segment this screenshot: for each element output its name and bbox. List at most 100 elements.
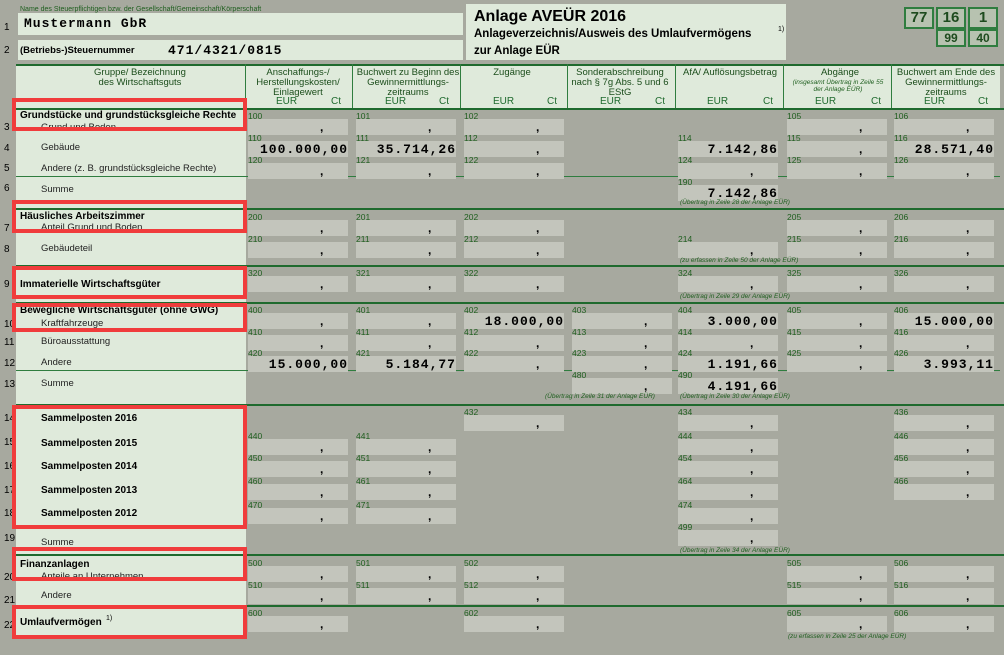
amount-separator: ,: [320, 314, 324, 328]
amount-input[interactable]: [356, 461, 456, 477]
amount-input[interactable]: [464, 356, 564, 372]
amount-input[interactable]: [894, 242, 994, 258]
amount-separator: ,: [966, 589, 970, 603]
amount-input[interactable]: [248, 461, 348, 477]
amount-separator: ,: [750, 243, 754, 257]
amount-separator: ,: [966, 567, 970, 581]
amount-input[interactable]: [464, 163, 564, 179]
amount-input[interactable]: [356, 119, 456, 135]
amount-input[interactable]: [356, 220, 456, 236]
amount-input[interactable]: [572, 313, 672, 329]
taxpayer-label: Name des Steuerpflichtigen bzw. der Gese…: [20, 6, 262, 13]
amount-input[interactable]: [248, 313, 348, 329]
amount-input[interactable]: [464, 616, 564, 632]
amount-input[interactable]: [894, 616, 994, 632]
highlight-box: [12, 405, 247, 529]
line-number: 12: [4, 358, 16, 369]
amount-input[interactable]: [787, 588, 887, 604]
highlight-box: [12, 266, 247, 299]
amount-input[interactable]: [248, 439, 348, 455]
amount-input[interactable]: [572, 356, 672, 372]
amount-input[interactable]: [248, 508, 348, 524]
amount-input[interactable]: [464, 588, 564, 604]
amount-input[interactable]: [356, 588, 456, 604]
amount-input[interactable]: [248, 484, 348, 500]
amount-separator: ,: [320, 567, 324, 581]
amount-input[interactable]: [787, 163, 887, 179]
amount-input[interactable]: [464, 220, 564, 236]
amount-input[interactable]: [787, 141, 887, 157]
amount-input[interactable]: [356, 276, 456, 292]
amount-input[interactable]: [787, 119, 887, 135]
amount-input[interactable]: [464, 335, 564, 351]
amount-input[interactable]: [356, 508, 456, 524]
amount-input[interactable]: [464, 415, 564, 431]
amount-input[interactable]: [787, 313, 887, 329]
amount-input[interactable]: [787, 356, 887, 372]
amount-input[interactable]: [356, 163, 456, 179]
amount-input[interactable]: [678, 335, 778, 351]
row-label-summe: Summe: [41, 378, 74, 389]
amount-input[interactable]: [894, 220, 994, 236]
col-separator: [675, 64, 676, 109]
amount-input[interactable]: [678, 484, 778, 500]
amount-input[interactable]: [787, 276, 887, 292]
amount-input[interactable]: [248, 566, 348, 582]
line-number: 1: [4, 22, 10, 33]
amount-input[interactable]: [356, 484, 456, 500]
amount-input[interactable]: [572, 378, 672, 394]
amount-input[interactable]: [248, 616, 348, 632]
amount-input[interactable]: [787, 566, 887, 582]
amount-input[interactable]: [787, 335, 887, 351]
amount-input[interactable]: [248, 588, 348, 604]
amount-input[interactable]: [356, 242, 456, 258]
col-separator: [567, 64, 568, 109]
col-header-zugaenge: Zugänge: [493, 67, 531, 78]
amount-input[interactable]: [248, 119, 348, 135]
amount-separator: ,: [859, 142, 863, 156]
amount-input[interactable]: [678, 276, 778, 292]
amount-value: 5.184,77: [385, 357, 456, 372]
amount-input[interactable]: [678, 415, 778, 431]
amount-input[interactable]: [787, 242, 887, 258]
amount-input[interactable]: [464, 242, 564, 258]
amount-input[interactable]: [787, 616, 887, 632]
amount-input[interactable]: [894, 335, 994, 351]
amount-separator: ,: [320, 462, 324, 476]
amount-input[interactable]: [248, 276, 348, 292]
amount-input[interactable]: [678, 242, 778, 258]
amount-input[interactable]: [678, 461, 778, 477]
amount-input[interactable]: [572, 335, 672, 351]
amount-input[interactable]: [464, 119, 564, 135]
amount-input[interactable]: [894, 163, 994, 179]
amount-input[interactable]: [894, 461, 994, 477]
amount-input[interactable]: [678, 163, 778, 179]
col-separator: [783, 64, 784, 109]
amount-input[interactable]: [787, 220, 887, 236]
amount-input[interactable]: [894, 566, 994, 582]
amount-input[interactable]: [464, 141, 564, 157]
amount-input[interactable]: [894, 439, 994, 455]
amount-input[interactable]: [356, 566, 456, 582]
amount-input[interactable]: [248, 335, 348, 351]
form-subtitle-sup: 1): [778, 26, 785, 33]
amount-input[interactable]: [894, 119, 994, 135]
amount-input[interactable]: [894, 276, 994, 292]
amount-input[interactable]: [894, 588, 994, 604]
amount-input[interactable]: [678, 508, 778, 524]
amount-input[interactable]: [894, 415, 994, 431]
amount-separator: ,: [859, 567, 863, 581]
amount-input[interactable]: [248, 163, 348, 179]
amount-input[interactable]: [248, 220, 348, 236]
amount-input[interactable]: [464, 566, 564, 582]
amount-input[interactable]: [464, 276, 564, 292]
amount-input[interactable]: [894, 484, 994, 500]
amount-separator: ,: [966, 416, 970, 430]
amount-input[interactable]: [248, 242, 348, 258]
amount-separator: ,: [536, 277, 540, 291]
amount-input[interactable]: [356, 335, 456, 351]
amount-input[interactable]: [678, 530, 778, 546]
amount-input[interactable]: [678, 439, 778, 455]
amount-input[interactable]: [356, 439, 456, 455]
amount-input[interactable]: [356, 313, 456, 329]
